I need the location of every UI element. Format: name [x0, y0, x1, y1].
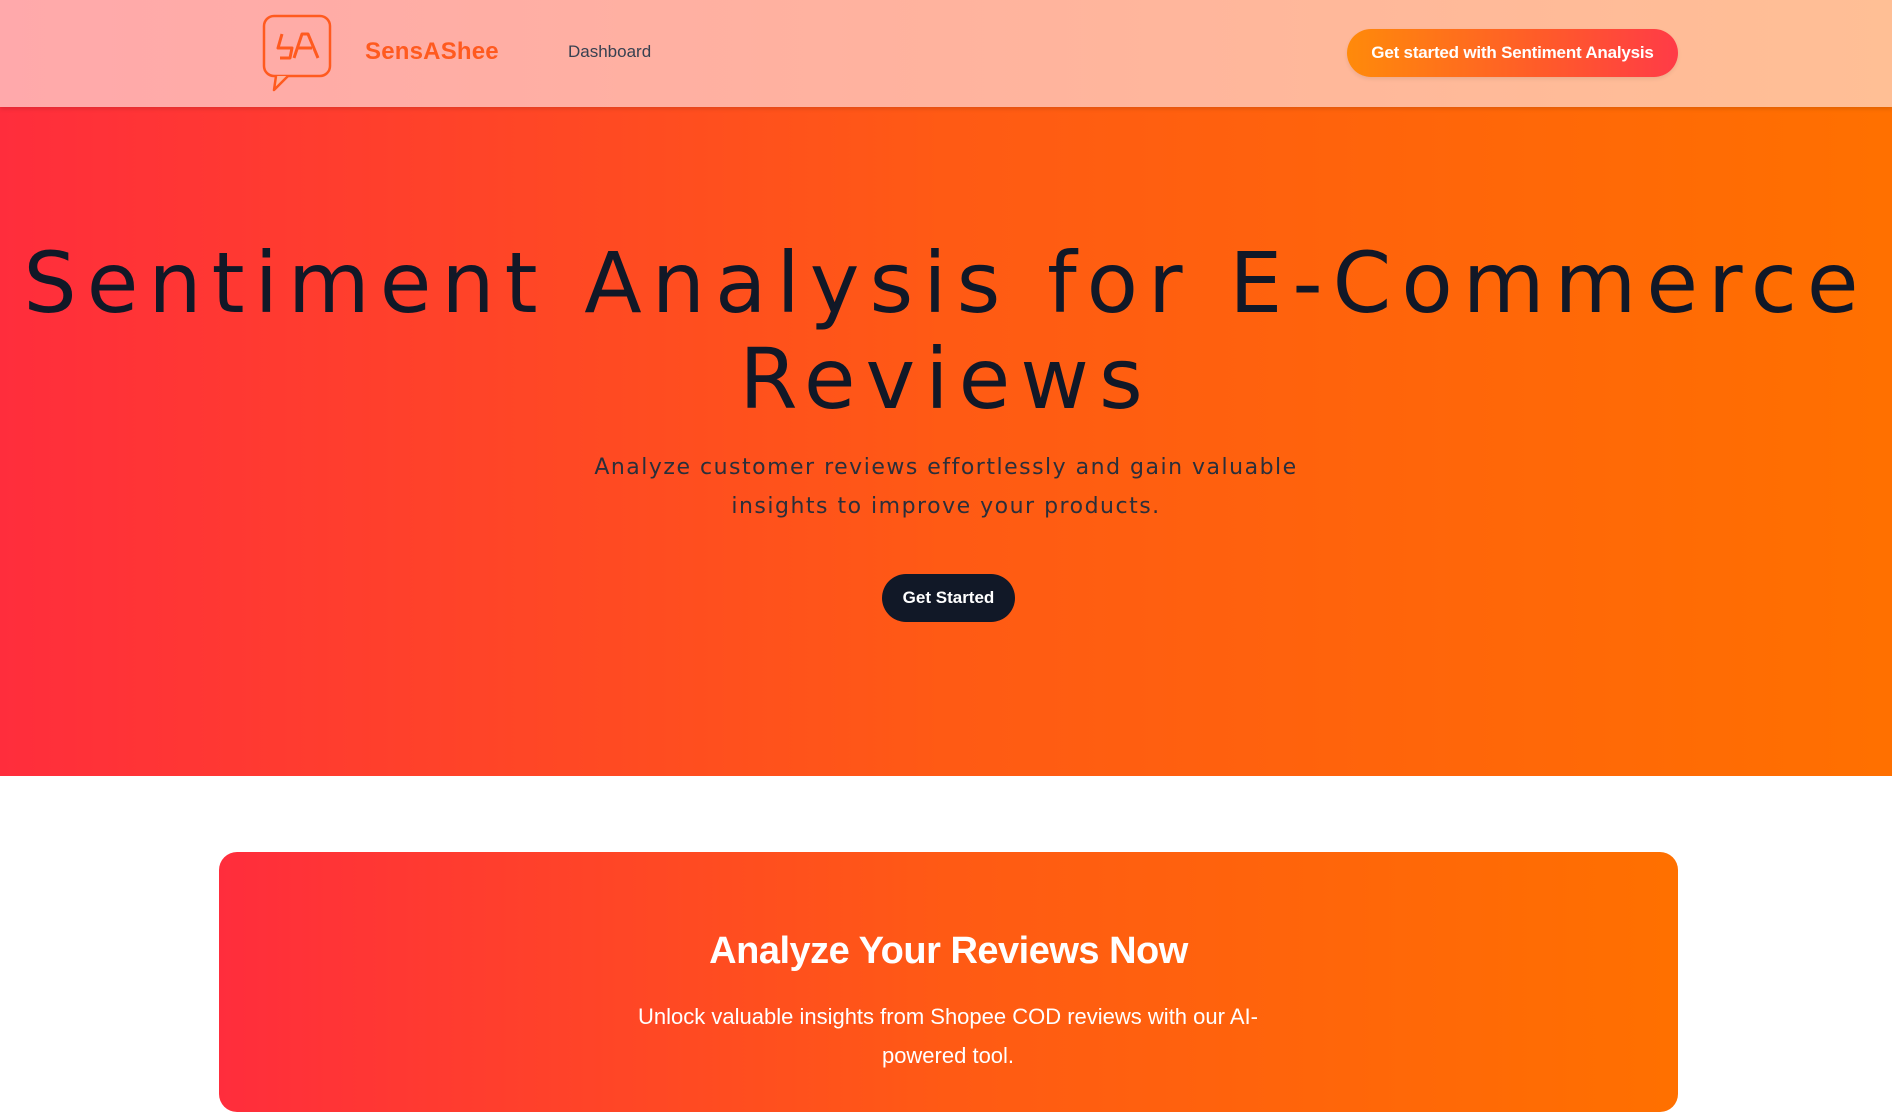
- analyze-section-title: Analyze Your Reviews Now: [709, 930, 1188, 972]
- logo-icon[interactable]: [262, 14, 332, 94]
- top-navbar: SensAShee Dashboard Get started with Sen…: [0, 0, 1892, 107]
- analyze-section-subtitle: Unlock valuable insights from Shopee COD…: [638, 1004, 1258, 1068]
- hero-subtitle: Analyze customer reviews effortlessly an…: [594, 455, 1298, 519]
- hero-title: Sentiment Analysis for E-Commerce Review…: [23, 234, 1869, 428]
- nav-link-dashboard[interactable]: Dashboard: [568, 42, 651, 62]
- get-started-button[interactable]: Get Started: [882, 574, 1015, 622]
- get-started-sentiment-button[interactable]: Get started with Sentiment Analysis: [1347, 29, 1678, 77]
- hero-section: Sentiment Analysis for E-Commerce Review…: [0, 107, 1892, 776]
- analyze-reviews-card: Analyze Your Reviews Now Unlock valuable…: [219, 852, 1678, 1112]
- brand-name[interactable]: SensAShee: [365, 38, 499, 66]
